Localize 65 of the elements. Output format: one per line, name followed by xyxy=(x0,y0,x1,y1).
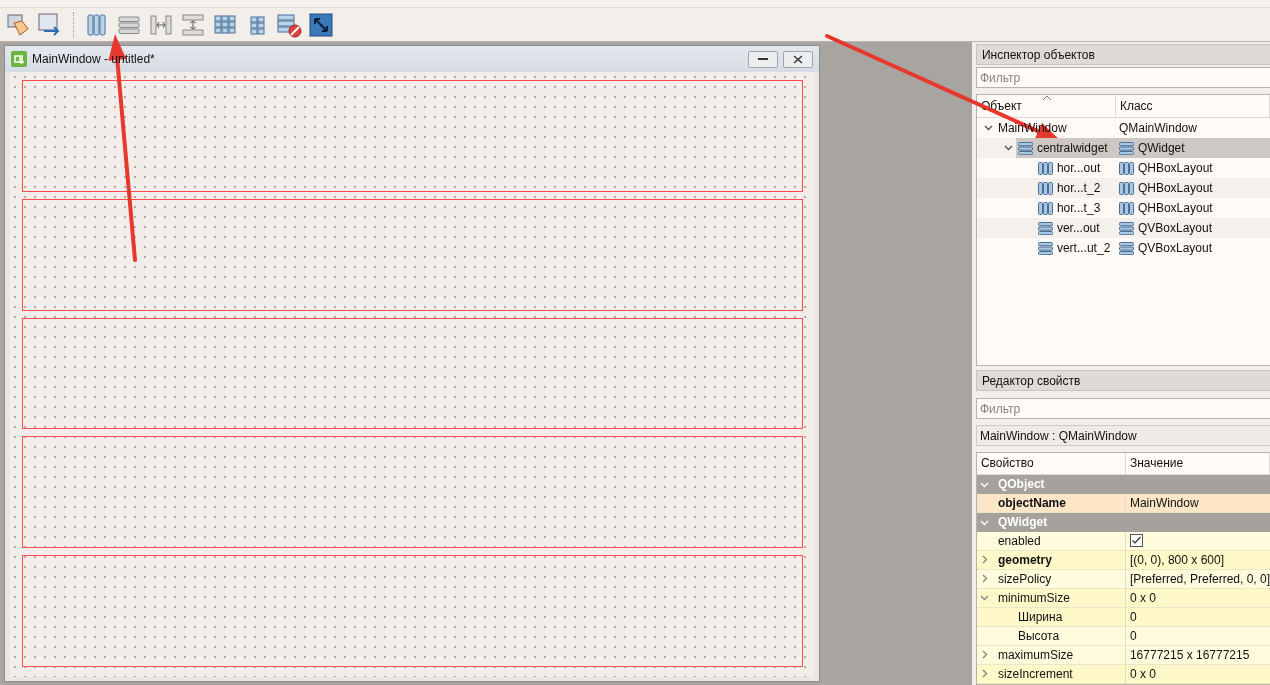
filter-field[interactable]: Фильтр xyxy=(975,67,1270,88)
property-name: Высота xyxy=(1017,628,1060,643)
layout-frame[interactable] xyxy=(22,436,803,549)
property-group: QWidget xyxy=(997,515,1048,530)
dock-title: Инспектор объектов xyxy=(975,44,1270,65)
rows-icon xyxy=(1118,221,1134,235)
layout-frame[interactable] xyxy=(22,317,803,430)
resize-button[interactable] xyxy=(307,10,335,39)
rows-icon xyxy=(1017,141,1033,155)
layout-frame[interactable] xyxy=(22,555,803,667)
class-cell: QHBoxLayout xyxy=(1115,198,1270,218)
tree-item[interactable]: hor...t_3 xyxy=(1035,198,1116,218)
property-value[interactable]: 0 x 0 xyxy=(1129,666,1156,681)
property-name: objectName xyxy=(997,495,1066,510)
property-name: sizePolicy xyxy=(997,571,1052,586)
rows-icon xyxy=(1118,141,1134,155)
checkbox[interactable] xyxy=(1129,534,1143,548)
property-value[interactable]: 16777215 x 16777215 xyxy=(1129,647,1250,662)
close-icon xyxy=(793,54,803,64)
class-cell: QVBoxLayout xyxy=(1115,238,1270,258)
columns-icon xyxy=(1037,181,1053,195)
property-value[interactable]: [(0, 0), 800 x 600] xyxy=(1129,552,1224,567)
property-name: enabled xyxy=(997,533,1041,548)
property-name: maximumSize xyxy=(997,647,1074,662)
columns-icon xyxy=(1037,161,1053,175)
columns-icon xyxy=(1037,201,1053,215)
property-value[interactable]: 0 xyxy=(1129,628,1137,643)
dock-title: Редактор свойств xyxy=(975,370,1270,391)
tree-item[interactable]: ver...out xyxy=(1035,218,1116,238)
columns-icon xyxy=(1118,201,1134,215)
property-value[interactable]: 0 xyxy=(1129,609,1137,624)
property-name: geometry xyxy=(997,552,1052,567)
minimize-icon xyxy=(758,57,768,61)
property-name: minimumSize xyxy=(997,590,1070,605)
class-cell: QHBoxLayout xyxy=(1115,178,1270,198)
tree-item[interactable]: centralwidget xyxy=(1015,138,1116,158)
property-value[interactable]: 0 x 0 xyxy=(1129,590,1156,605)
class-cell-text: QMainWindow xyxy=(1117,120,1198,137)
property-value[interactable]: [Preferred, Preferred, 0, 0] xyxy=(1129,571,1270,586)
object-label: MainWindow : QMainWindow xyxy=(975,425,1270,446)
minimize-button[interactable] xyxy=(748,50,778,68)
tree-item[interactable]: hor...out xyxy=(1035,158,1116,178)
property-value[interactable]: MainWindow xyxy=(1129,495,1199,510)
tree-item[interactable]: hor...t_2 xyxy=(1035,178,1116,198)
columns-icon xyxy=(1118,161,1134,175)
property-name: Ширина xyxy=(1017,609,1063,624)
property-name: sizeIncrement xyxy=(997,666,1073,681)
class-cell: QVBoxLayout xyxy=(1115,218,1270,238)
class-cell: QHBoxLayout xyxy=(1115,158,1270,178)
rows-icon xyxy=(1118,241,1134,255)
rows-icon xyxy=(1037,221,1053,235)
tree-item[interactable]: vert...ut_2 xyxy=(1035,238,1116,258)
columns-icon xyxy=(1118,181,1134,195)
column-header[interactable]: Свойство xyxy=(976,453,1126,474)
filter-field[interactable]: Фильтр xyxy=(975,398,1270,419)
class-cell: QWidget xyxy=(1115,138,1270,158)
property-group: QObject xyxy=(997,477,1045,492)
close-button[interactable] xyxy=(783,50,813,68)
resize-icon xyxy=(307,10,335,39)
rows-icon xyxy=(1037,241,1053,255)
column-header[interactable]: Класс xyxy=(1115,95,1270,117)
layout-frame[interactable] xyxy=(22,198,803,311)
qt-logo-icon xyxy=(11,51,27,67)
column-header[interactable]: Значение xyxy=(1125,453,1270,474)
layout-frame[interactable] xyxy=(22,80,803,192)
